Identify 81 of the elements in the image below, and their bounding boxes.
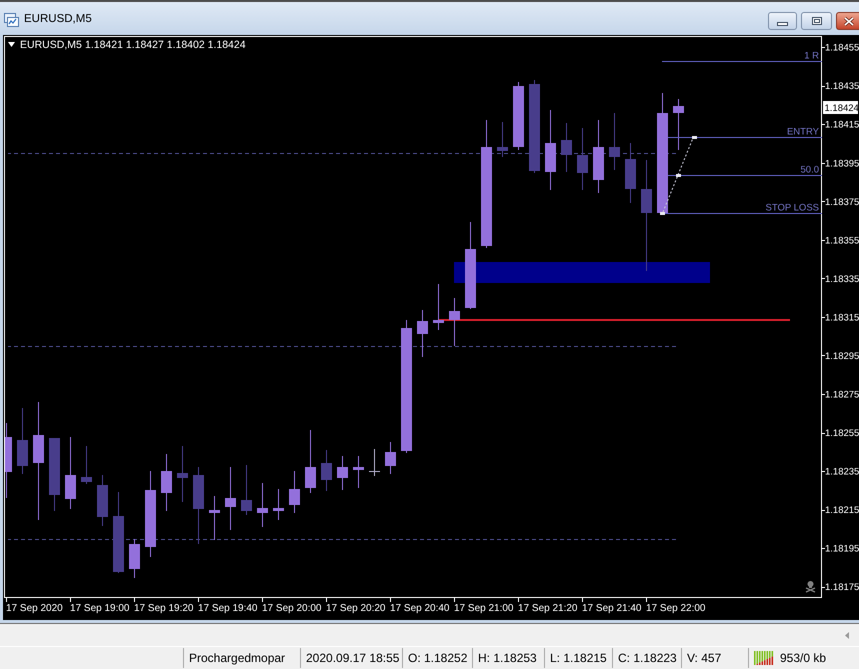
time-axis-label: 17 Sep 19:20 <box>134 603 194 614</box>
price-axis-label: 1.18395 <box>825 158 859 170</box>
chart-symbol: EURUSD,M5 <box>20 39 82 51</box>
price-axis-label: 1.18335 <box>825 274 859 285</box>
candle <box>385 442 396 474</box>
time-axis-label: 17 Sep 21:20 <box>518 603 578 614</box>
candle <box>289 471 300 513</box>
candle <box>337 456 348 490</box>
time-axis-label: 17 Sep 21:00 <box>454 603 514 614</box>
candle <box>129 539 140 578</box>
open-price: O: 1.18252 <box>402 648 472 668</box>
candle <box>369 449 380 476</box>
candle <box>81 446 92 484</box>
candle <box>321 450 332 491</box>
candle <box>353 456 364 488</box>
candle <box>177 446 188 502</box>
profile-name: Prochargedmopar <box>183 648 300 668</box>
candle <box>625 143 636 203</box>
fib-level-label: 1 R <box>804 50 819 62</box>
fib-level-label: ENTRY <box>786 126 819 138</box>
price-axis-label: 1.18375 <box>825 196 859 208</box>
traffic-amount: 953/0 kb <box>780 650 826 667</box>
candle <box>513 82 524 150</box>
candle <box>449 298 460 346</box>
candle <box>577 128 588 190</box>
price-axis-label: 1.18195 <box>825 543 859 554</box>
price-axis-label: 1.18435 <box>825 81 859 92</box>
candle <box>209 496 220 540</box>
candle <box>497 122 508 157</box>
connection-bars-icon <box>754 651 774 665</box>
date-time: 2020.09.17 18:55 <box>300 648 402 668</box>
candle <box>65 437 76 509</box>
fib-level-label: 50.0 <box>800 164 819 176</box>
candle <box>561 123 572 172</box>
minimize-icon <box>777 22 788 26</box>
time-axis-label: 17 Sep 21:40 <box>582 603 642 614</box>
candle <box>273 489 284 520</box>
price-axis-label: 1.18415 <box>825 120 859 131</box>
close-icon <box>844 16 854 26</box>
time-axis-label: 17 Sep 19:00 <box>70 603 130 614</box>
candle <box>433 284 444 330</box>
time-axis-label: 17 Sep 20:20 <box>326 603 386 614</box>
low-price: L: 1.18215 <box>544 648 612 668</box>
candle <box>257 483 268 527</box>
price-axis-label: 1.18175 <box>825 582 859 593</box>
price-axis-label: 1.18275 <box>825 389 859 400</box>
time-axis-label: 17 Sep 22:00 <box>646 603 706 614</box>
candle <box>225 467 236 530</box>
price-axis-label: 1.18255 <box>825 428 859 439</box>
fib-level-label: STOP LOSS <box>765 202 819 214</box>
high-price: H: 1.18253 <box>472 648 544 668</box>
time-axis-label: 17 Sep 2020 <box>6 603 63 614</box>
candle <box>305 430 316 493</box>
current-price-label: 1.18424 <box>823 101 859 114</box>
maximize-button[interactable] <box>801 12 832 30</box>
price-axis-label: 1.18295 <box>825 350 859 362</box>
time-axis-label: 17 Sep 19:40 <box>198 603 258 614</box>
price-axis-label: 1.18235 <box>825 466 859 478</box>
triangle-down-icon <box>8 42 15 47</box>
skull-icon <box>805 581 816 593</box>
time-axis-label: 17 Sep 20:40 <box>390 603 450 614</box>
minimize-button[interactable] <box>768 12 797 30</box>
candle <box>241 465 252 515</box>
candle <box>97 475 108 526</box>
maximize-icon <box>812 17 822 25</box>
price-axis-label: 1.18455 <box>825 42 859 54</box>
candle <box>417 310 428 357</box>
price-axis-label: 1.18215 <box>825 504 859 516</box>
price-axis-label: 1.18315 <box>825 312 859 324</box>
time-axis-label: 17 Sep 20:00 <box>262 603 322 614</box>
candle <box>161 454 172 511</box>
window-title: EURUSD,M5 <box>24 12 92 28</box>
chart-quote: 1.18421 1.18427 1.18402 1.18424 <box>85 39 246 51</box>
candle <box>609 113 620 170</box>
chart-window-icon <box>4 13 19 27</box>
volume-value: V: 457 <box>681 648 748 668</box>
price-axis-label: 1.18355 <box>825 235 859 246</box>
candle <box>673 99 684 150</box>
candle <box>17 408 28 474</box>
close-button[interactable] <box>836 12 859 30</box>
close-price: C: 1.18223 <box>612 648 681 668</box>
